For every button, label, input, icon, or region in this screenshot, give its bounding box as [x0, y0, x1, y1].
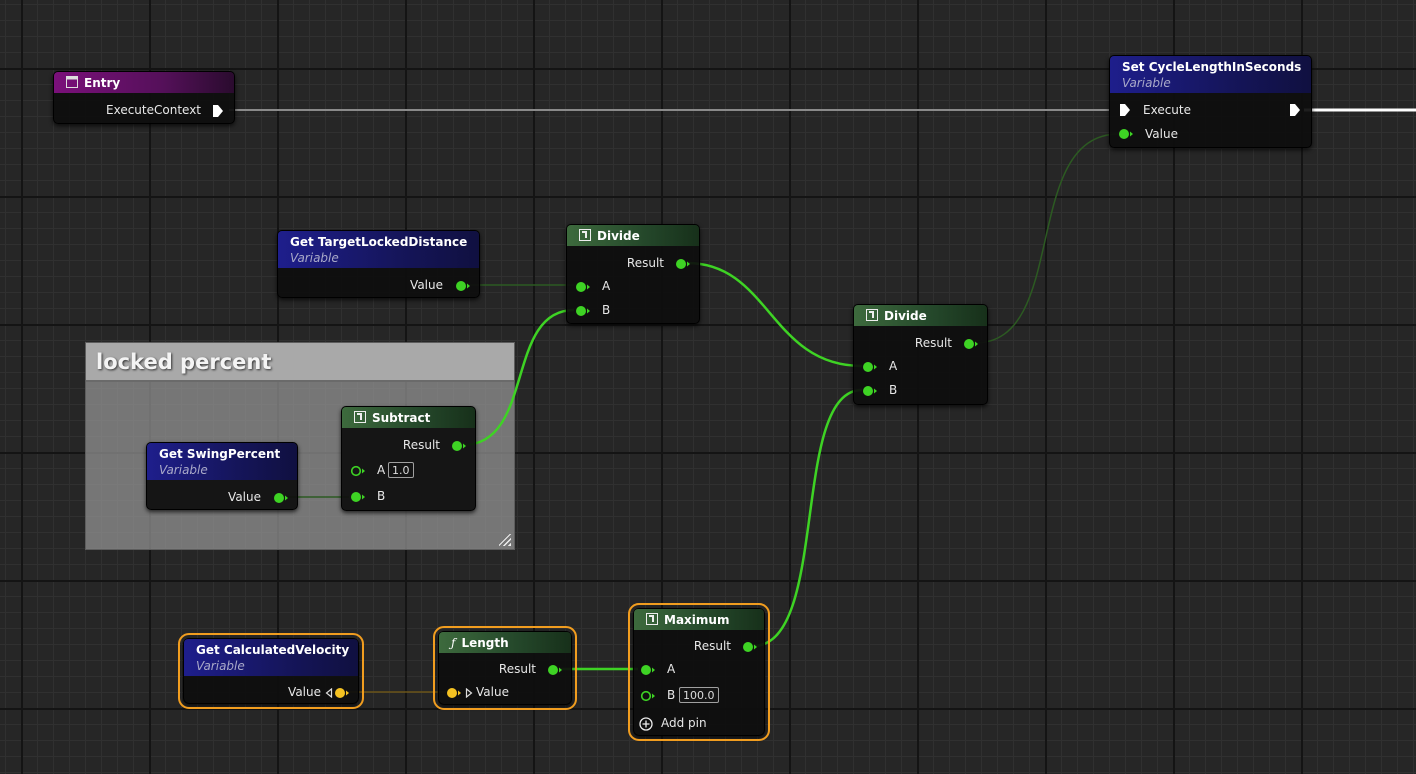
float-in-pin-icon[interactable]: [1118, 128, 1134, 140]
float-in-pin-icon[interactable]: [575, 281, 591, 293]
function-icon: [646, 613, 658, 625]
get-target-header[interactable]: Get TargetLockedDistance Variable: [278, 231, 479, 268]
float-out-pin-icon[interactable]: [963, 338, 979, 350]
function-icon: [354, 411, 366, 423]
function-icon: [866, 309, 878, 321]
pin-label-a: A: [377, 463, 386, 477]
get-velocity-subtitle: Variable: [196, 659, 245, 673]
add-pin-button[interactable]: Add pin: [661, 716, 707, 730]
pin-label-value: Value: [1145, 127, 1178, 141]
pin-label-value: Value: [410, 278, 443, 292]
event-icon: [66, 76, 78, 88]
float-in-pin-icon[interactable]: [575, 305, 591, 317]
divide2-title: Divide: [884, 309, 927, 323]
set-cycle-length-node[interactable]: Set CycleLengthInSeconds Variable Execut…: [1109, 55, 1312, 148]
get-target-locked-distance-node[interactable]: Get TargetLockedDistance Variable Value: [277, 230, 480, 298]
get-velocity-title: Get CalculatedVelocity: [196, 643, 350, 657]
get-calculated-velocity-node[interactable]: Get CalculatedVelocity Variable Value: [178, 633, 364, 709]
get-swing-title: Get SwingPercent: [159, 447, 281, 461]
maximum-node[interactable]: Maximum Result A B 100.0 Add pin: [628, 603, 770, 741]
get-swing-subtitle: Variable: [159, 463, 208, 477]
subtract-node[interactable]: Subtract Result A 1.0 B: [341, 406, 476, 511]
maximum-title: Maximum: [664, 613, 730, 627]
pin-label-a: A: [889, 359, 898, 373]
get-target-title: Get TargetLockedDistance: [290, 235, 468, 249]
length-title: Length: [461, 636, 509, 650]
exec-out-pin-icon[interactable]: [1289, 103, 1301, 117]
get-target-subtitle: Variable: [290, 251, 339, 265]
pin-label-execute: Execute: [1143, 103, 1191, 117]
pin-label-b: B: [667, 688, 676, 702]
float-out-pin-icon[interactable]: [451, 440, 467, 452]
entry-node[interactable]: Entry ExecuteContext: [53, 71, 235, 124]
set-cycle-header[interactable]: Set CycleLengthInSeconds Variable: [1110, 56, 1311, 93]
exec-in-pin-icon[interactable]: [1119, 103, 1131, 117]
split-arrow-icon[interactable]: [325, 688, 333, 698]
entry-title: Entry: [84, 76, 121, 90]
plus-circle-icon[interactable]: [639, 717, 653, 731]
pin-label-a: A: [667, 662, 676, 676]
float-in-pin-icon[interactable]: [862, 385, 878, 397]
maximum-header[interactable]: Maximum: [634, 609, 764, 630]
wire-maximum-to-divide2-b: [752, 388, 863, 648]
subtract-header[interactable]: Subtract: [342, 407, 475, 428]
pin-label-b: B: [889, 383, 898, 397]
pin-label-result: Result: [626, 256, 664, 270]
struct-out-pin-icon[interactable]: [334, 687, 350, 699]
length-node[interactable]: ƒ Length Result Value: [433, 626, 577, 710]
divide1-title: Divide: [597, 229, 640, 243]
pin-label-b: B: [602, 303, 611, 317]
entry-header[interactable]: Entry: [54, 72, 234, 93]
divide-node-2[interactable]: Divide Result A B: [853, 304, 988, 405]
blueprint-graph-canvas[interactable]: locked percent Entry ExecuteContext Set …: [0, 0, 1416, 774]
float-out-pin-icon[interactable]: [455, 280, 471, 292]
pin-label-result: Result: [914, 336, 952, 350]
pin-label-value: Value: [228, 490, 261, 504]
b-default-input[interactable]: 100.0: [679, 687, 719, 703]
length-header[interactable]: ƒ Length: [439, 632, 571, 653]
set-cycle-title: Set CycleLengthInSeconds: [1122, 60, 1302, 74]
wire-divide2-to-set-value: [974, 133, 1120, 344]
wire-divide1-to-divide2-a: [686, 261, 863, 368]
float-out-pin-icon[interactable]: [675, 258, 691, 270]
a-default-input[interactable]: 1.0: [388, 462, 414, 478]
pin-label-result: Result: [402, 438, 440, 452]
pin-label-a: A: [602, 279, 611, 293]
float-out-pin-icon[interactable]: [742, 641, 758, 653]
set-cycle-subtitle: Variable: [1122, 76, 1171, 90]
expand-arrow-icon[interactable]: [465, 688, 473, 698]
float-in-pin-icon[interactable]: [640, 664, 656, 676]
float-out-pin-icon[interactable]: [547, 664, 563, 676]
divide-node-1[interactable]: Divide Result A B: [566, 224, 700, 324]
pin-label-value: Value: [288, 685, 321, 699]
float-out-pin-icon[interactable]: [273, 492, 289, 504]
float-in-pin-icon[interactable]: [862, 361, 878, 373]
function-icon: [579, 229, 591, 241]
get-swing-header[interactable]: Get SwingPercent Variable: [147, 443, 297, 480]
wire-subtract-to-divide1-b: [462, 308, 575, 447]
divide1-header[interactable]: Divide: [567, 225, 699, 246]
pin-label-value: Value: [476, 685, 509, 699]
pin-label-execute-context: ExecuteContext: [106, 103, 201, 117]
divide2-header[interactable]: Divide: [854, 305, 987, 326]
struct-in-pin-icon[interactable]: [446, 687, 462, 699]
pin-label-b: B: [377, 489, 386, 503]
get-swing-percent-node[interactable]: Get SwingPercent Variable Value: [146, 442, 298, 510]
f-function-icon: ƒ: [451, 636, 456, 650]
pin-label-result: Result: [693, 639, 731, 653]
get-velocity-header[interactable]: Get CalculatedVelocity Variable: [184, 639, 358, 676]
float-in-pin-empty-icon[interactable]: [640, 690, 656, 702]
subtract-title: Subtract: [372, 411, 431, 425]
float-in-pin-empty-icon[interactable]: [350, 465, 366, 477]
float-in-pin-icon[interactable]: [350, 491, 366, 503]
pin-label-result: Result: [498, 662, 536, 676]
exec-out-pin-icon[interactable]: [212, 104, 224, 118]
